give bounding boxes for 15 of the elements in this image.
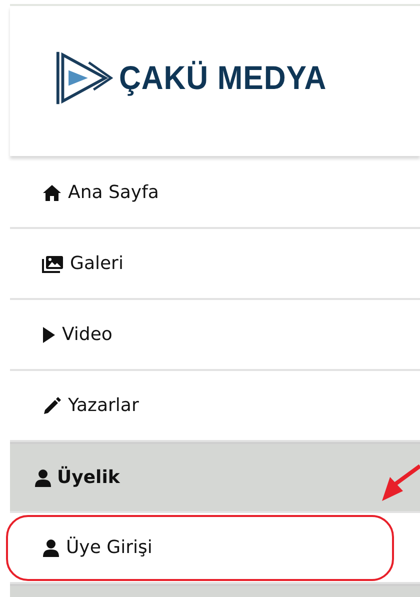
pencil-icon — [42, 396, 62, 416]
menu-item[interactable]: Video — [42, 324, 112, 345]
play-logo-icon — [55, 49, 113, 107]
menu-item[interactable]: Yazarlar — [42, 395, 139, 416]
arrow — [380, 463, 420, 503]
section-title: Üyelik — [57, 467, 120, 488]
home-icon — [42, 184, 62, 202]
logo-text: ÇAKÜ MEDYA — [119, 59, 327, 97]
play-icon — [42, 326, 56, 344]
menu-item[interactable]: Ana Sayfa — [42, 182, 159, 203]
user-icon — [34, 468, 52, 486]
menu-item[interactable]: Galeri — [42, 253, 124, 274]
images-icon — [42, 254, 64, 272]
user-icon — [42, 538, 60, 556]
menu-item[interactable]: Üye Girişi — [42, 537, 152, 558]
